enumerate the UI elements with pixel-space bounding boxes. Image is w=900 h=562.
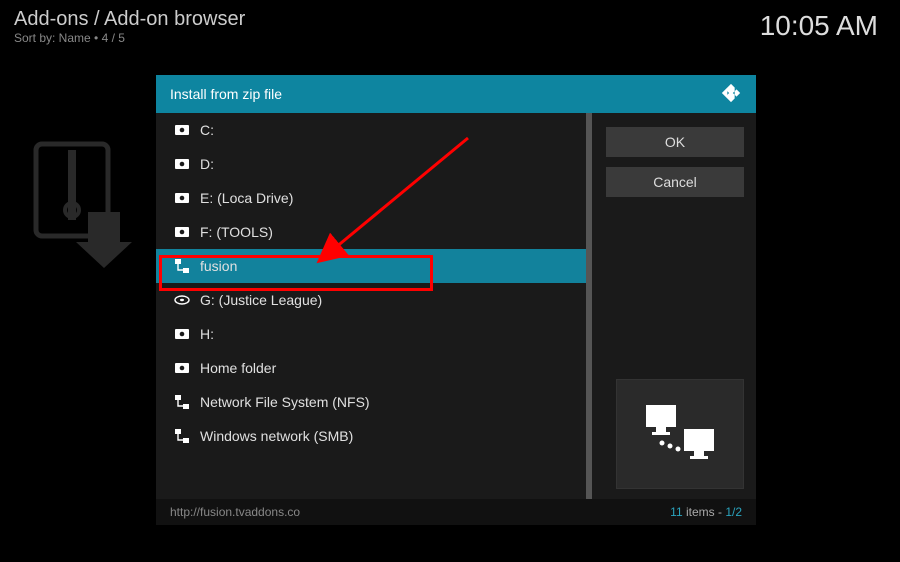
list-item-label: D:	[200, 156, 214, 172]
drive-icon	[170, 360, 194, 376]
file-browser-dialog: Install from zip file C: D: E: (Loca Drive…	[156, 75, 756, 525]
list-item-label: E: (Loca Drive)	[200, 190, 293, 206]
list-item[interactable]: E: (Loca Drive)	[156, 181, 592, 215]
list-item[interactable]: G: (Justice League)	[156, 283, 592, 317]
kodi-logo-icon	[720, 82, 742, 107]
file-list[interactable]: C: D: E: (Loca Drive) F: (TOOLS) fusion G: (J…	[156, 113, 592, 499]
drive-icon	[170, 122, 194, 138]
header: Add-ons / Add-on browser Sort by: Name •…	[14, 8, 245, 45]
list-item[interactable]: C:	[156, 113, 592, 147]
ok-button[interactable]: OK	[606, 127, 744, 157]
dialog-title-text: Install from zip file	[170, 86, 282, 102]
preview-thumbnail	[616, 379, 744, 489]
list-item-label: Network File System (NFS)	[200, 394, 370, 410]
list-item[interactable]: Home folder	[156, 351, 592, 385]
list-item-label: G: (Justice League)	[200, 292, 322, 308]
network-icon	[170, 394, 194, 410]
dialog-footer: http://fusion.tvaddons.co 11 items - 1/2	[156, 499, 756, 525]
list-item-label: H:	[200, 326, 214, 342]
zipfile-bg-icon	[28, 140, 138, 275]
list-item[interactable]: Windows network (SMB)	[156, 419, 592, 453]
list-item[interactable]: H:	[156, 317, 592, 351]
list-item[interactable]: fusion	[156, 249, 592, 283]
network-icon	[170, 428, 194, 444]
scrollbar[interactable]	[586, 113, 592, 499]
drive-icon	[170, 326, 194, 342]
drive-icon	[170, 156, 194, 172]
list-item[interactable]: D:	[156, 147, 592, 181]
footer-path: http://fusion.tvaddons.co	[170, 505, 300, 519]
list-item-label: C:	[200, 122, 214, 138]
list-item-label: F: (TOOLS)	[200, 224, 273, 240]
list-item[interactable]: F: (TOOLS)	[156, 215, 592, 249]
list-item-label: Home folder	[200, 360, 276, 376]
sort-info: Sort by: Name • 4 / 5	[14, 31, 245, 45]
breadcrumb: Add-ons / Add-on browser	[14, 8, 245, 31]
list-item-label: Windows network (SMB)	[200, 428, 353, 444]
list-item-label: fusion	[200, 258, 237, 274]
cancel-button[interactable]: Cancel	[606, 167, 744, 197]
list-item[interactable]: Network File System (NFS)	[156, 385, 592, 419]
clock: 10:05 AM	[760, 10, 878, 42]
drive-icon	[170, 224, 194, 240]
network-icon	[170, 258, 194, 274]
dialog-titlebar: Install from zip file	[156, 75, 756, 113]
drive-icon	[170, 190, 194, 206]
drive-icon	[170, 292, 194, 308]
footer-count: 11 items - 1/2	[670, 505, 742, 519]
